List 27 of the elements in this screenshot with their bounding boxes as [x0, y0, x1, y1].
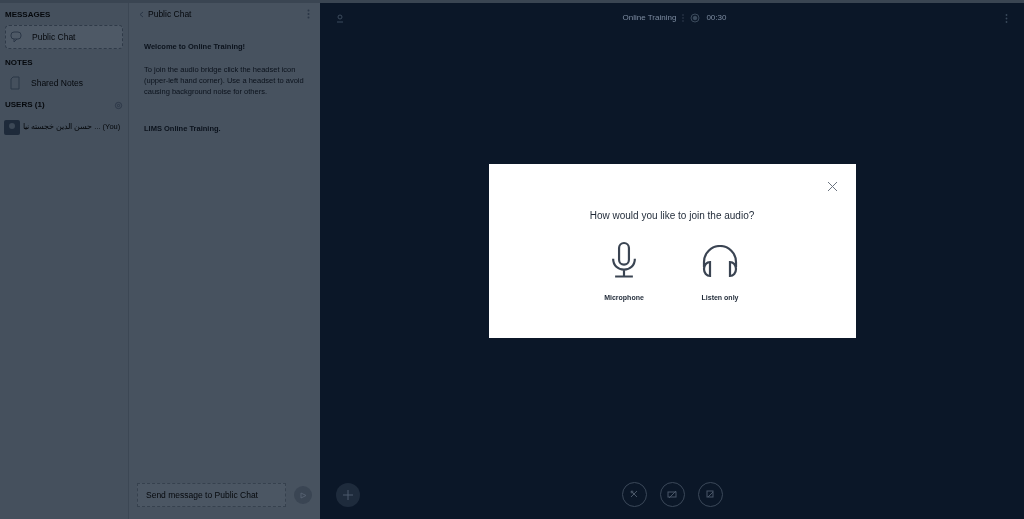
user-icon[interactable] — [336, 13, 344, 23]
record-icon[interactable] — [690, 13, 701, 23]
more-icon[interactable] — [1005, 13, 1008, 23]
timer: 00:30 — [706, 12, 727, 24]
section-heading: USERS (1) — [5, 99, 45, 111]
avatar-icon — [3, 118, 21, 136]
section-heading: MESSAGES — [5, 9, 52, 21]
send-button[interactable] — [294, 486, 312, 504]
plus-icon — [343, 490, 353, 500]
meeting-title: Online Training — [622, 12, 677, 24]
camera-off-icon — [666, 488, 678, 500]
screen-share-icon — [704, 488, 716, 500]
add-button[interactable] — [336, 483, 360, 507]
microphone-icon — [610, 241, 638, 279]
back-link[interactable]: Public Chat — [139, 7, 192, 21]
note-icon — [9, 76, 21, 90]
notes-list-item[interactable]: Shared Notes — [5, 73, 123, 93]
headphones-icon — [701, 244, 739, 279]
message-input[interactable]: Send message to Public Chat — [137, 483, 287, 507]
send-icon — [299, 491, 307, 499]
mute-icon — [628, 488, 640, 500]
chevron-left-icon — [139, 10, 144, 18]
chat-list-item[interactable]: Public Chat — [5, 25, 123, 49]
dialog-title: How would you like to join the audio? — [589, 209, 755, 223]
section-heading: NOTES — [5, 57, 34, 69]
close-button[interactable] — [826, 181, 838, 192]
chat-icon — [10, 31, 24, 43]
